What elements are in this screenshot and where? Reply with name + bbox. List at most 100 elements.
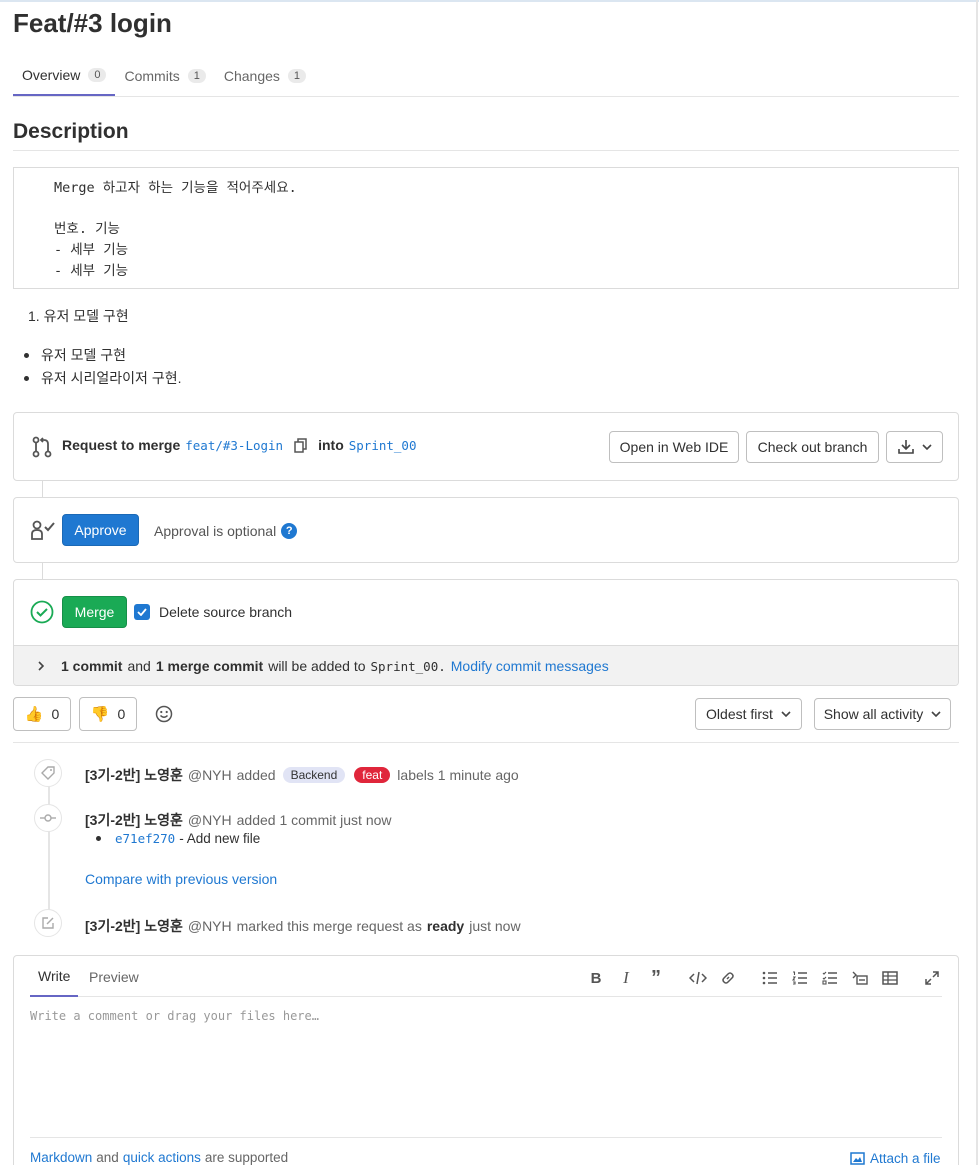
question-icon[interactable]: ? (281, 523, 298, 539)
check-out-branch-button[interactable]: Check out branch (746, 431, 879, 463)
delete-source-branch-checkbox[interactable] (134, 604, 150, 620)
target-branch-code: Sprint_00. (370, 658, 446, 674)
tab-label: Changes (223, 68, 280, 84)
fullscreen-icon[interactable] (922, 968, 942, 988)
widget-connector (42, 481, 43, 497)
commit-message: - Add new file (179, 831, 261, 846)
will-be-added-text: will be added to (268, 658, 366, 674)
markdown-help: Markdown and quick actions are supported (30, 1150, 288, 1165)
attach-file-button[interactable]: Attach a file (850, 1151, 941, 1165)
author-name[interactable]: [3기-2반] 노영훈 (85, 765, 183, 785)
quote-icon[interactable]: ” (646, 967, 666, 989)
open-web-ide-button[interactable]: Open in Web IDE (609, 431, 739, 463)
merge-card: Merge Delete source branch 1 commit and … (13, 579, 959, 686)
approval-card: Approve Approval is optional ? (13, 497, 959, 563)
label-icon (34, 759, 62, 787)
author-handle[interactable]: @NYH (188, 918, 232, 934)
activity-suffix: labels 1 minute ago (397, 767, 519, 783)
quick-actions-link[interactable]: quick actions (123, 1150, 201, 1165)
compare-previous-version-link[interactable]: Compare with previous version (85, 871, 277, 887)
download-dropdown-button[interactable] (886, 431, 943, 463)
tab-count-badge: 0 (88, 68, 107, 82)
list-item: 유저 시리얼라이저 구현. (24, 367, 181, 390)
chevron-down-icon (781, 711, 791, 717)
tab-label: Overview (22, 67, 81, 83)
link-icon[interactable] (718, 968, 738, 988)
tab-count-badge: 1 (287, 69, 307, 83)
edit-icon (34, 909, 62, 937)
target-branch-link[interactable]: Sprint_00 (349, 438, 417, 453)
activity-suffix: just now (469, 918, 521, 934)
tab-commits[interactable]: Commits 1 (115, 56, 214, 96)
top-border (0, 0, 979, 2)
chevron-right-icon[interactable] (38, 661, 44, 671)
mr-tabs: Overview 0 Commits 1 Changes 1 (13, 56, 959, 97)
approval-user-icon (30, 519, 56, 544)
add-reaction-smiley-icon[interactable] (155, 705, 173, 726)
source-branch-link[interactable]: feat/#3-Login (185, 438, 283, 453)
markdown-link[interactable]: Markdown (30, 1150, 92, 1165)
delete-source-branch-label[interactable]: Delete source branch (159, 604, 292, 620)
into-label: into (318, 437, 344, 453)
merge-request-icon (30, 435, 54, 462)
tab-count-badge: 1 (187, 69, 206, 83)
approve-button[interactable]: Approve (62, 514, 139, 546)
page-title: Feat/#3 login (13, 8, 172, 38)
activity-action: added 1 commit just now (236, 812, 392, 828)
thumbs-down-button[interactable]: 👎 0 (79, 697, 137, 731)
chevron-down-icon (921, 444, 932, 450)
thumbs-up-icon: 👍 (24, 706, 44, 723)
activity-filter-label: Show all activity (823, 706, 924, 722)
activity-item-labels: [3기-2반] 노영훈 @NYH added Backend feat labe… (85, 765, 519, 785)
label-feat-badge[interactable]: feat (354, 767, 391, 783)
request-to-merge-label: Request to merge (62, 437, 181, 453)
table-icon[interactable] (880, 968, 900, 988)
code-icon[interactable] (688, 968, 708, 988)
numbered-list-icon[interactable] (790, 968, 810, 988)
thumbs-down-count: 0 (117, 706, 126, 722)
commit-summary-bar[interactable]: 1 commit and 1 merge commit will be adde… (14, 645, 958, 685)
merge-button[interactable]: Merge (62, 596, 127, 628)
bold-icon[interactable]: B (586, 968, 606, 988)
tab-preview[interactable]: Preview (89, 956, 139, 997)
author-name[interactable]: [3기-2반] 노영훈 (85, 916, 183, 936)
chevron-down-icon (931, 711, 941, 717)
tab-overview[interactable]: Overview 0 (13, 56, 116, 96)
author-handle[interactable]: @NYH (188, 812, 232, 828)
task-list-icon[interactable] (820, 968, 840, 988)
tab-write[interactable]: Write (30, 956, 79, 997)
activity-filter-dropdown[interactable]: Show all activity (814, 698, 951, 730)
check-circle-icon (30, 600, 54, 627)
thumbs-up-button[interactable]: 👍 0 (13, 697, 71, 731)
comment-form: Write Preview (13, 955, 959, 1165)
bullet (96, 836, 101, 841)
commit-list-item: e71ef270 - Add new file (96, 831, 260, 846)
bullet-list-icon[interactable] (760, 968, 780, 988)
commit-icon (34, 804, 62, 832)
italic-icon[interactable]: I (616, 968, 636, 988)
sort-dropdown[interactable]: Oldest first (695, 698, 802, 730)
divider (30, 1137, 942, 1138)
activity-item-ready: [3기-2반] 노영훈 @NYH marked this merge reque… (85, 916, 521, 936)
ordered-list-item: 1. 유저 모델 구현 (28, 308, 129, 324)
label-backend-badge[interactable]: Backend (282, 767, 346, 783)
copy-icon[interactable] (294, 437, 307, 453)
author-name[interactable]: [3기-2반] 노영훈 (85, 810, 183, 830)
author-handle[interactable]: @NYH (188, 767, 232, 783)
and-text: and (127, 658, 151, 674)
and-text: and (96, 1150, 119, 1165)
comment-textarea[interactable]: Write a comment or drag your files here… (30, 1009, 319, 1023)
supported-text: are supported (204, 1150, 289, 1165)
collapsible-icon[interactable] (850, 968, 870, 988)
tab-label: Commits (124, 68, 180, 84)
timeline-line (48, 775, 50, 910)
tab-changes[interactable]: Changes 1 (215, 56, 315, 96)
commit-count: 1 commit (61, 658, 123, 674)
right-scroll-edge (976, 0, 978, 1165)
modify-commit-messages-link[interactable]: Modify commit messages (451, 658, 609, 674)
commit-sha-link[interactable]: e71ef270 (115, 831, 175, 846)
merge-commit-count: 1 merge commit (155, 658, 264, 674)
merge-request-info-card: Request to merge feat/#3-Login into Spri… (13, 412, 959, 481)
thumbs-down-icon: 👎 (90, 706, 110, 723)
image-icon (850, 1152, 865, 1165)
